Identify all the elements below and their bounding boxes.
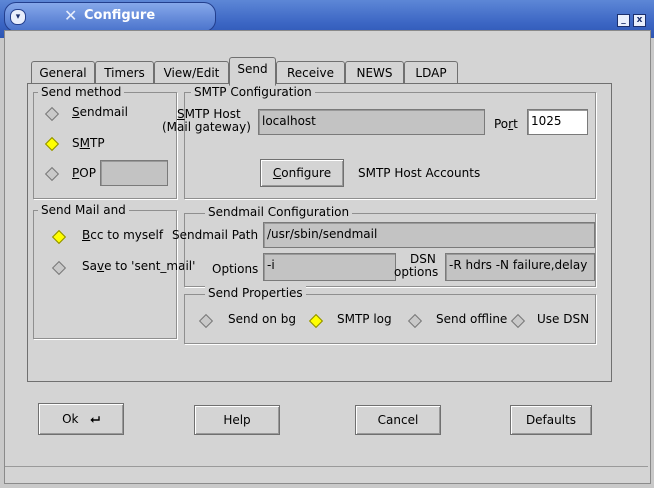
window-title: Configure	[84, 8, 156, 23]
minimize-icon[interactable]: _	[617, 14, 630, 27]
smtp-label: SMTP	[72, 136, 105, 150]
sendmail-path-label: Sendmail Path	[172, 228, 259, 242]
options-label: Options	[212, 262, 259, 276]
defaults-button[interactable]: Defaults	[510, 405, 592, 435]
close-icon[interactable]: x	[633, 14, 646, 27]
smtp-host-label: SMTP Host	[177, 107, 241, 121]
port-label: Port	[494, 117, 518, 131]
save-sent-label: Save to 'sent_mail'	[82, 259, 196, 273]
cancel-button[interactable]: Cancel	[355, 405, 441, 435]
tab-ldap[interactable]: LDAP	[404, 61, 458, 84]
x-app-icon: ✕	[64, 6, 78, 25]
ok-button[interactable]: Ok ⮠	[38, 403, 124, 435]
pop-label: POP	[72, 166, 96, 180]
sendmail-label: Sendmail	[72, 105, 128, 119]
sendmail-path-input[interactable]: /usr/sbin/sendmail	[263, 222, 595, 248]
window-menu-icon[interactable]: ▾	[10, 9, 26, 25]
sendmail-config-title: Sendmail Configuration	[205, 205, 353, 219]
configure-button[interactable]: Configure	[260, 159, 344, 187]
use-dsn-label: Use DSN	[537, 312, 590, 326]
options-input[interactable]: -i	[263, 253, 396, 281]
status-divider	[5, 466, 648, 467]
send-properties-title: Send Properties	[205, 286, 306, 300]
return-arrow-icon: ⮠	[90, 412, 100, 426]
dsn-options-label: options	[394, 265, 439, 279]
send-on-bg-label: Send on bg	[228, 312, 297, 326]
tab-view-edit[interactable]: View/Edit	[154, 61, 229, 84]
ok-label: Ok	[62, 412, 79, 426]
mail-gateway-label: (Mail gateway)	[162, 120, 251, 134]
smtp-host-accounts-label: SMTP Host Accounts	[358, 166, 481, 180]
dsn-label: DSN	[410, 252, 436, 266]
send-offline-label: Send offline	[436, 312, 508, 326]
help-button[interactable]: Help	[194, 405, 280, 435]
bcc-label: Bcc to myself	[82, 228, 164, 242]
smtp-host-input[interactable]: localhost	[258, 109, 485, 135]
tab-timers[interactable]: Timers	[95, 61, 154, 84]
smtp-config-title: SMTP Configuration	[191, 85, 315, 99]
smtp-log-label: SMTP log	[337, 312, 392, 326]
pop-input[interactable]	[100, 160, 168, 186]
send-mail-and-title: Send Mail and	[38, 203, 129, 217]
tab-news[interactable]: NEWS	[345, 61, 404, 84]
dsn-options-input[interactable]: -R hdrs -N failure,delay	[445, 253, 595, 281]
tab-receive[interactable]: Receive	[276, 61, 345, 84]
tab-general[interactable]: General	[31, 61, 95, 84]
tab-send[interactable]: Send	[229, 57, 276, 86]
send-method-title: Send method	[38, 85, 125, 99]
port-input[interactable]: 1025	[527, 109, 588, 135]
